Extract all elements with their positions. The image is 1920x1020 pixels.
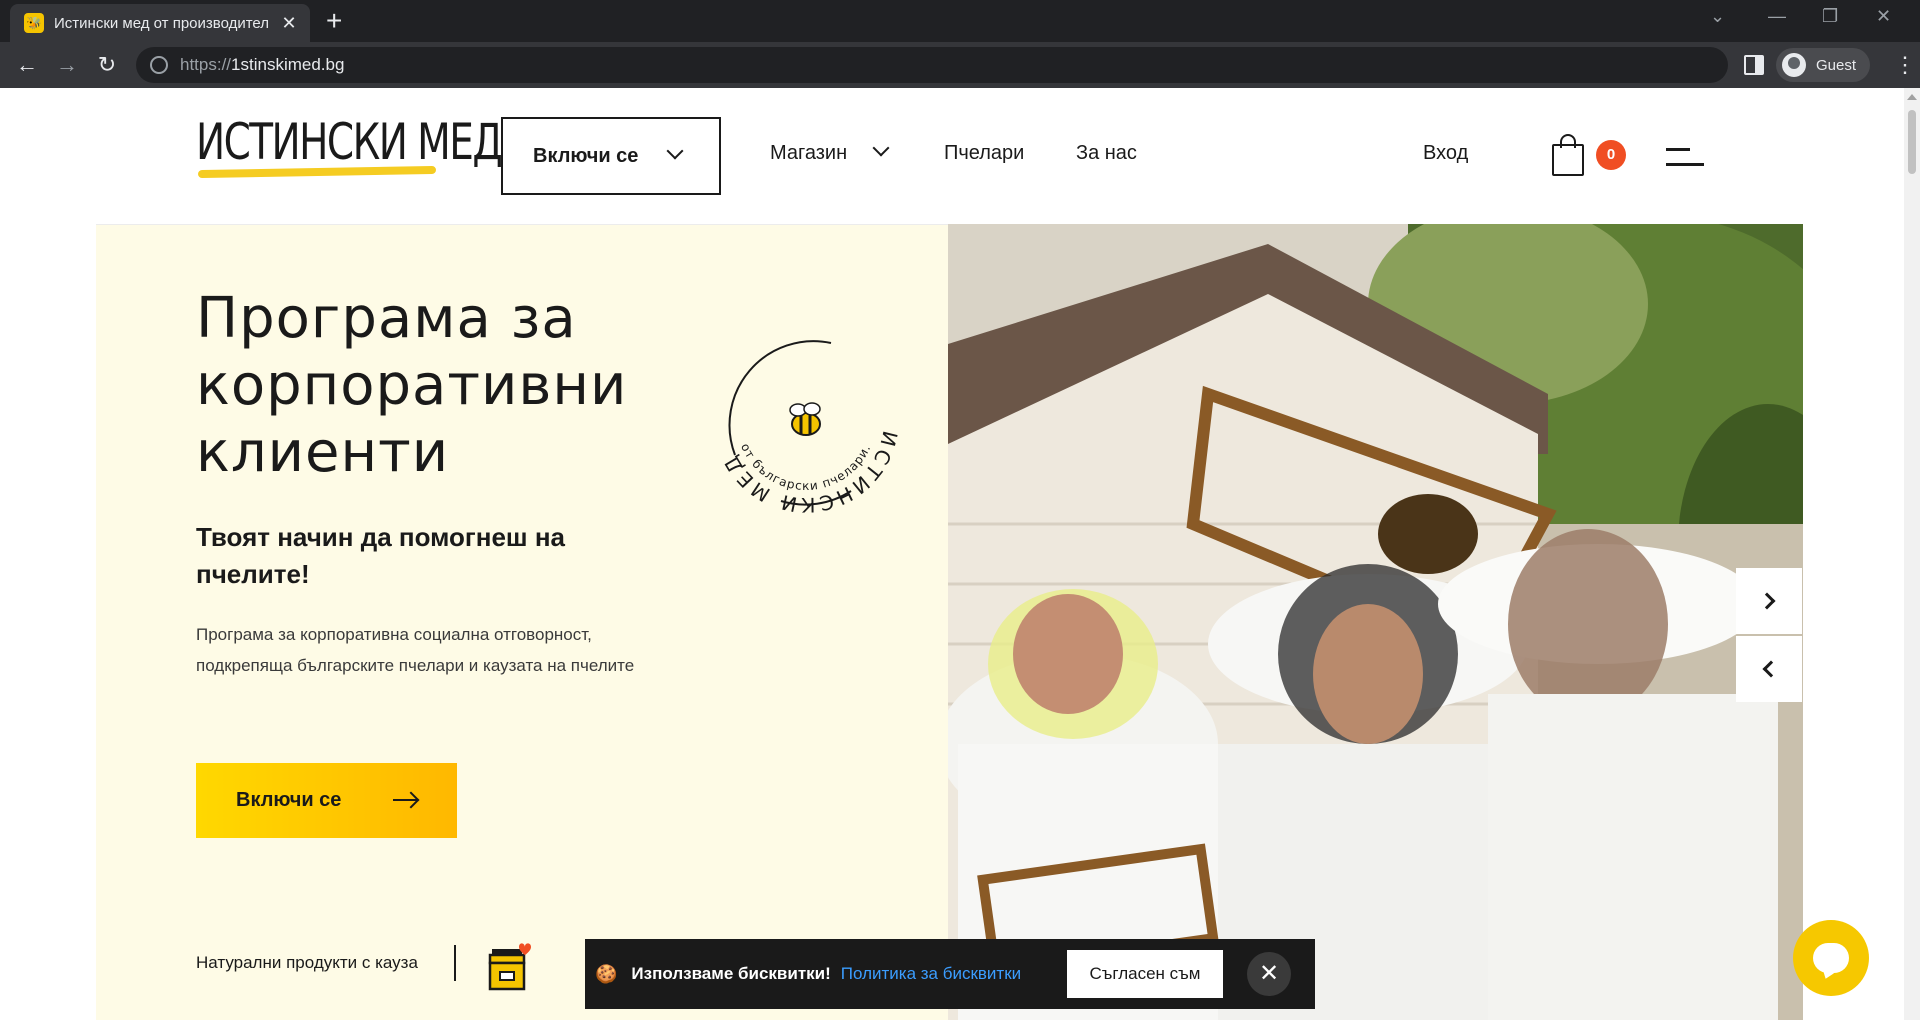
browser-tab[interactable]: 🐝 Истински мед от производител ✕ [10,4,310,42]
nav-shop[interactable]: Магазин [770,139,890,165]
cookie-message: Използваме бисквитки! [631,964,831,983]
hero-title-line: Програма за [196,286,577,351]
site-logo[interactable]: ИСТИНСКИ МЕД [196,113,503,179]
chat-widget-button[interactable] [1793,920,1869,996]
cta-label: Включи се [236,789,342,811]
reload-icon[interactable]: ↻ [92,50,122,80]
arrow-right-icon [393,799,417,801]
cart-bag [1552,144,1584,176]
nav-shop-label: Магазин [770,142,848,164]
cookie-icon: 🍪 [595,963,618,984]
web-page: ИСТИНСКИ МЕД Включи се Магазин Пчелари З… [0,88,1904,1020]
hero-subtitle: Твоят начин да помогнеш на пчелите! [196,522,565,589]
brand-round-badge: ИСТИНСКИ МЕД от български пчелари. [711,325,901,517]
hero-text-panel: Програма за корпоративни клиенти ИСТИНСК… [96,224,948,1020]
bee-icon [789,402,821,436]
nav-beekeepers[interactable]: Пчелари [944,142,1024,165]
tagline: Натурални продукти с кауза [196,953,418,972]
address-bar[interactable]: https://1stinskimed.bg [136,47,1728,83]
svg-text:ИСТИНСКИ МЕД: ИСТИНСКИ МЕД [718,429,901,515]
profile-label: Guest [1816,56,1857,74]
chevron-down-icon [666,142,684,160]
beehive-heart-icon [482,939,538,995]
profile-button[interactable]: Guest [1776,48,1871,82]
guest-avatar-icon [1782,53,1806,77]
browser-toolbar: ← → ↻ https://1stinskimed.bg Guest ⋮ [0,42,1920,88]
hero-photo [948,224,1803,1020]
nav-about[interactable]: За нас [1076,142,1137,165]
cart-icon[interactable] [1552,134,1586,176]
slider-prev-button[interactable] [1736,636,1802,702]
hero-description: Програма за корпоративна социална отгово… [196,625,635,675]
cookie-banner: 🍪 Използваме бисквитки! Политика за биск… [585,939,1315,1009]
logo-text: ИСТИНСКИ МЕД [196,113,503,171]
new-tab-button[interactable]: + [326,6,342,36]
browser-menu-icon[interactable]: ⋮ [1894,52,1916,78]
forward-arrow-icon[interactable]: → [52,50,82,80]
restore-button[interactable]: ❐ [1822,6,1838,27]
site-info-icon[interactable] [150,56,168,74]
tab-search-icon[interactable]: ⌄ [1710,6,1725,27]
hero-title-line: корпоративни [196,353,628,418]
page-scrollbar[interactable] [1904,88,1920,1020]
hamburger-menu-icon[interactable] [1666,148,1704,170]
join-cta-button[interactable]: Включи се [196,763,457,838]
cookie-policy-link[interactable]: Политика за бисквитки [841,964,1021,984]
tagline-divider [454,945,456,981]
chevron-down-icon [872,139,890,157]
cookie-close-icon[interactable]: ✕ [1247,952,1291,996]
cart-count-badge[interactable]: 0 [1596,140,1626,170]
url-text: https://1stinskimed.bg [180,55,345,74]
scrollbar-thumb[interactable] [1908,110,1916,174]
hero-title: Програма за корпоративни клиенти [196,285,627,486]
window-close-button[interactable]: ✕ [1876,6,1891,27]
login-link[interactable]: Вход [1423,142,1468,165]
hero-title-line: клиенти [196,420,450,485]
chevron-left-icon [1762,660,1780,678]
minimize-button[interactable]: — [1768,6,1786,27]
chevron-right-icon [1758,592,1776,610]
tab-close-icon[interactable]: ✕ [278,13,300,34]
side-panel-icon[interactable] [1744,55,1764,75]
browser-tab-bar: 🐝 Истински мед от производител ✕ + ⌄ — ❐… [0,0,1920,42]
back-arrow-icon[interactable]: ← [12,50,42,80]
scroll-up-icon[interactable] [1907,94,1917,100]
badge-outer-text: ИСТИНСКИ МЕД [718,429,899,517]
slider-next-button[interactable] [1736,568,1802,634]
bee-favicon-icon: 🐝 [24,13,44,33]
join-dropdown[interactable]: Включи се [501,117,721,195]
tab-title: Истински мед от производител [54,14,270,32]
cookie-accept-button[interactable]: Съгласен съм [1067,950,1223,998]
join-dropdown-label: Включи се [533,144,639,167]
chat-bubble-icon [1813,943,1849,973]
